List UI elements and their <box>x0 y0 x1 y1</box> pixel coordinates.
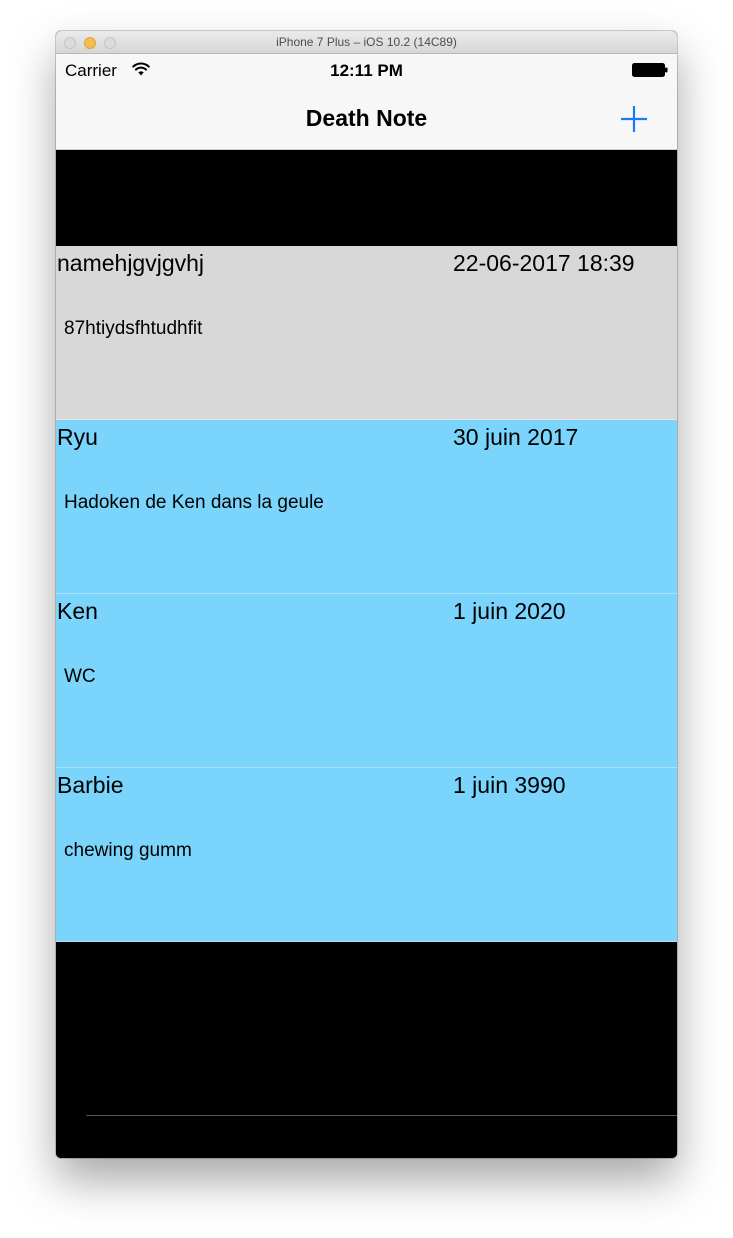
note-name: Barbie <box>57 772 124 798</box>
window-titlebar[interactable]: iPhone 7 Plus – iOS 10.2 (14C89) <box>56 31 677 54</box>
simulator-window: iPhone 7 Plus – iOS 10.2 (14C89) Carrier… <box>56 31 677 1158</box>
note-name: namehjgvjgvhj <box>57 250 205 276</box>
note-date: 30 juin 2017 <box>453 424 579 450</box>
navigation-bar: Death Note <box>56 86 677 150</box>
battery-icon <box>632 63 668 77</box>
page-title: Death Note <box>305 105 428 131</box>
notes-list: namehjgvjgvhj 22-06-2017 18:39 87htiydsf… <box>56 246 677 942</box>
note-description: chewing gumm <box>64 840 192 861</box>
note-name: Ryu <box>57 424 98 450</box>
note-cell[interactable]: Ken 1 juin 2020 WC <box>56 594 677 768</box>
note-date: 1 juin 3990 <box>453 772 566 798</box>
note-cell[interactable]: Ryu 30 juin 2017 Hadoken de Ken dans la … <box>56 420 677 594</box>
note-description: Hadoken de Ken dans la geule <box>64 492 324 513</box>
window-title: iPhone 7 Plus – iOS 10.2 (14C89) <box>276 35 457 49</box>
add-note-button[interactable] <box>616 101 652 137</box>
note-date: 22-06-2017 18:39 <box>453 250 635 276</box>
note-description: 87htiydsfhtudhfit <box>64 318 203 339</box>
note-date: 1 juin 2020 <box>453 598 566 624</box>
plus-icon <box>621 106 647 132</box>
table-header <box>56 150 677 246</box>
status-time: 12:11 PM <box>330 61 403 80</box>
row-separator <box>86 1115 677 1116</box>
note-name: Ken <box>57 598 98 624</box>
note-cell[interactable]: Barbie 1 juin 3990 chewing gumm <box>56 768 677 942</box>
note-description: WC <box>64 666 96 687</box>
status-bar: Carrier 12:11 PM <box>56 54 677 86</box>
empty-table-area <box>56 942 677 1158</box>
note-cell[interactable]: namehjgvjgvhj 22-06-2017 18:39 87htiydsf… <box>56 246 677 420</box>
